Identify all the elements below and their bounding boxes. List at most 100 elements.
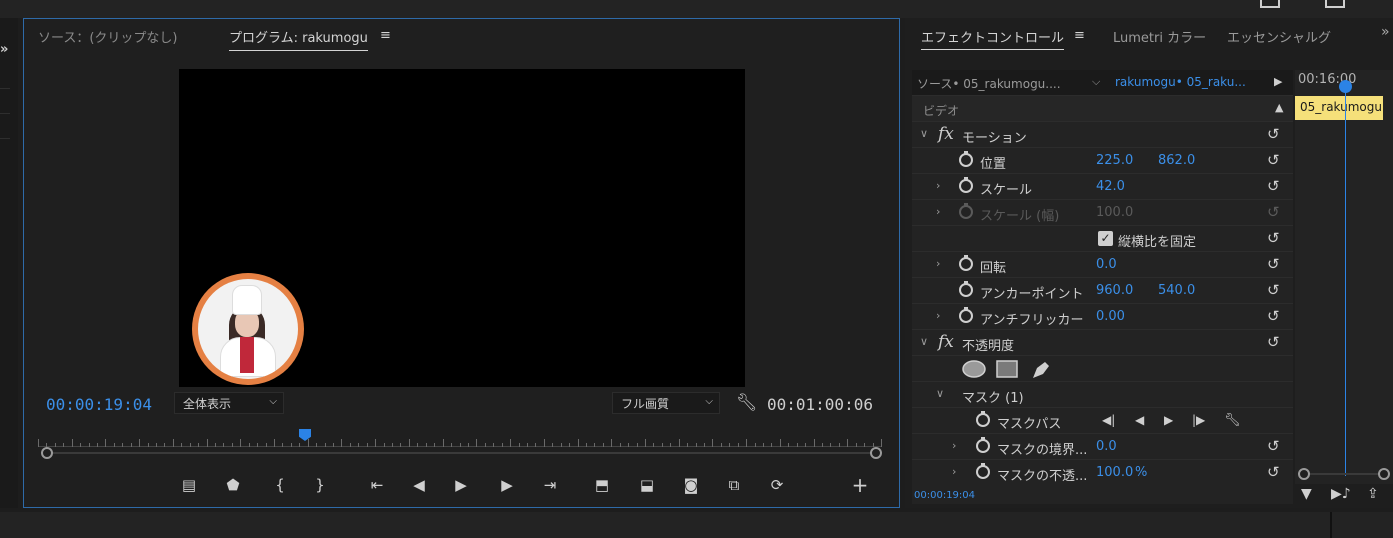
reset-icon[interactable]: ↺	[1267, 229, 1280, 247]
timeline-scrollbar[interactable]	[1298, 468, 1390, 480]
chevron-right-icon[interactable]: ›	[936, 205, 940, 218]
reset-icon[interactable]: ↺	[1267, 307, 1280, 325]
collapse-up-icon[interactable]: ▲	[1275, 101, 1283, 114]
mark-out-icon[interactable]: }	[307, 473, 333, 497]
time-ruler[interactable]	[38, 431, 882, 447]
stopwatch-icon[interactable]	[959, 307, 973, 323]
export-frame-icon[interactable]: ◙	[678, 473, 704, 497]
stopwatch-icon[interactable]	[959, 151, 973, 167]
chevron-right-icon[interactable]: ›	[952, 439, 956, 452]
scroll-handle-left[interactable]	[1298, 468, 1310, 480]
wrench-icon[interactable]: 🔧︎	[1224, 413, 1241, 428]
uniform-scale-checkbox[interactable]: ✓	[1098, 231, 1113, 246]
reset-icon[interactable]: ↺	[1267, 463, 1280, 481]
tab-effect-controls[interactable]: エフェクトコントロール	[921, 27, 1065, 50]
effect-timecode[interactable]: 00:00:19:04	[914, 490, 975, 501]
scroll-handle-left[interactable]	[41, 447, 53, 459]
ruler-tick	[274, 439, 276, 447]
source-label[interactable]: ソース• 05_rakumogu....	[917, 75, 1087, 92]
ellipse-mask-icon[interactable]	[962, 360, 986, 378]
chevron-right-icon[interactable]: ›	[936, 257, 940, 270]
mark-in-icon[interactable]: {	[267, 473, 293, 497]
tab-lumetri[interactable]: Lumetri カラー	[1113, 27, 1206, 46]
track-forward-all-icon[interactable]: |▶︎	[1192, 413, 1205, 427]
reset-icon[interactable]: ↺	[1267, 281, 1280, 299]
fx-icon[interactable]: fx	[938, 332, 954, 352]
go-to-in-icon[interactable]: ⇤	[364, 473, 390, 497]
scroll-handle-right[interactable]	[1378, 468, 1390, 480]
anchor-y[interactable]: 540.0	[1158, 283, 1195, 298]
playhead[interactable]	[1339, 80, 1352, 93]
reset-icon[interactable]: ↺	[1267, 333, 1280, 351]
zoom-select[interactable]: 全体表示 ⌵	[174, 392, 284, 414]
stopwatch-icon[interactable]	[959, 281, 973, 297]
pen-mask-icon[interactable]	[1029, 360, 1051, 380]
audio-loop-icon[interactable]: ▶♪	[1331, 486, 1351, 502]
toggle-proxies-icon[interactable]: ⟳	[764, 473, 790, 497]
stopwatch-icon[interactable]	[959, 255, 973, 271]
track-back-all-icon[interactable]: ◀︎|	[1102, 413, 1115, 427]
scroll-handle-right[interactable]	[870, 447, 882, 459]
step-forward-icon[interactable]: ▶︎	[494, 473, 520, 497]
go-to-out-icon[interactable]: ⇥	[537, 473, 563, 497]
extract-icon[interactable]: ⬓	[634, 473, 660, 497]
zoom-scrollbar[interactable]	[41, 447, 882, 459]
stopwatch-icon[interactable]	[976, 437, 990, 453]
anchor-x[interactable]: 960.0	[1096, 283, 1133, 298]
position-x[interactable]: 225.0	[1096, 153, 1133, 168]
chevron-down-icon[interactable]: ∨	[920, 127, 928, 140]
rotation-label: 回転	[980, 261, 1007, 276]
mask-opacity-value[interactable]: 100.0	[1096, 465, 1133, 480]
chevron-right-icon[interactable]: ›	[952, 465, 956, 478]
track-forward-icon[interactable]: ▶︎	[1164, 413, 1173, 427]
add-button-icon[interactable]: +	[847, 473, 873, 497]
play-icon[interactable]: ▶︎	[448, 473, 474, 497]
lift-icon[interactable]: ⬒	[589, 473, 615, 497]
antiflicker-value[interactable]: 0.00	[1096, 309, 1125, 324]
add-marker-frame-icon[interactable]: ▤	[176, 473, 202, 497]
marker-icon[interactable]: ⬟	[220, 473, 246, 497]
chevron-down-icon[interactable]: ∨	[920, 335, 928, 348]
panel-menu-icon[interactable]: ≡	[380, 28, 391, 43]
fx-icon[interactable]: fx	[938, 124, 954, 144]
play-icon[interactable]: ▶︎	[1274, 75, 1282, 88]
window-icon[interactable]	[1325, 0, 1345, 8]
reset-icon[interactable]: ↺	[1267, 255, 1280, 273]
window-icon[interactable]	[1260, 0, 1280, 8]
uniform-scale-label: 縦横比を固定	[1118, 235, 1197, 250]
current-timecode[interactable]: 00:00:19:04	[46, 395, 152, 414]
quality-select[interactable]: フル画質 ⌵	[612, 392, 720, 414]
position-y[interactable]: 862.0	[1158, 153, 1195, 168]
effect-timeline[interactable]: 00:16:00 05_rakumogu	[1295, 70, 1393, 484]
panel-menu-icon[interactable]: ≡	[1074, 28, 1085, 43]
reset-icon[interactable]: ↺	[1267, 151, 1280, 169]
video-frame[interactable]	[179, 69, 745, 387]
tab-program[interactable]: プログラム: rakumogu	[229, 27, 368, 51]
reset-icon[interactable]: ↺	[1267, 125, 1280, 143]
chevron-down-icon[interactable]: ∨	[936, 387, 944, 400]
rectangle-mask-icon[interactable]	[996, 360, 1018, 378]
scale-value[interactable]: 42.0	[1096, 179, 1125, 194]
chevron-right-icon[interactable]: ›	[936, 309, 940, 322]
step-back-icon[interactable]: ◀︎	[406, 473, 432, 497]
clip-label[interactable]: rakumogu• 05_raku...	[1115, 75, 1263, 89]
stopwatch-icon[interactable]	[976, 463, 990, 479]
comparison-view-icon[interactable]: ⧉	[721, 473, 747, 497]
export-icon[interactable]: ⇪	[1367, 486, 1379, 502]
track-back-icon[interactable]: ◀︎	[1135, 413, 1144, 427]
wrench-icon[interactable]: 🔧︎	[736, 393, 758, 413]
chevron-down-icon[interactable]: ⌵	[1092, 75, 1100, 89]
timeline-clip[interactable]: 05_rakumogu	[1295, 96, 1383, 120]
mask-feather-value[interactable]: 0.0	[1096, 439, 1117, 454]
rotation-value[interactable]: 0.0	[1096, 257, 1117, 272]
stopwatch-icon[interactable]	[959, 177, 973, 193]
tab-essential[interactable]: エッセンシャルグ	[1227, 27, 1331, 46]
overflow-icon[interactable]: »	[1381, 24, 1390, 40]
panel-overflow-icon[interactable]: »	[0, 42, 8, 57]
reset-icon[interactable]: ↺	[1267, 437, 1280, 455]
tab-source[interactable]: ソース：(クリップなし)	[38, 27, 178, 46]
stopwatch-icon[interactable]	[976, 411, 990, 427]
filter-icon[interactable]: ▼	[1301, 486, 1312, 502]
reset-icon[interactable]: ↺	[1267, 177, 1280, 195]
chevron-right-icon[interactable]: ›	[936, 179, 940, 192]
